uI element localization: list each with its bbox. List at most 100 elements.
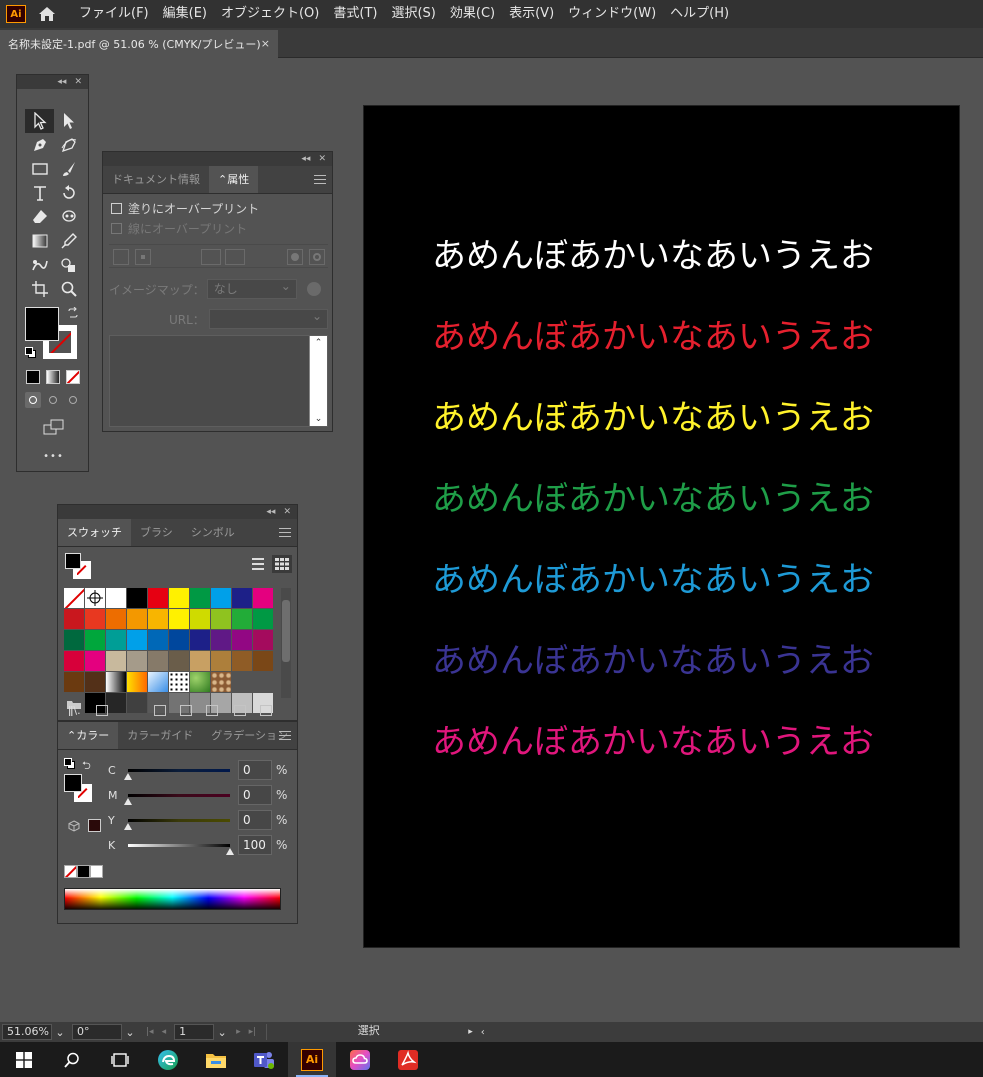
tab-document-info[interactable]: ドキュメント情報 (103, 166, 209, 193)
swatch-color[interactable] (85, 651, 105, 671)
collapse-icon[interactable]: ◂◂ (57, 77, 66, 87)
zoom-tool-icon[interactable] (54, 277, 83, 301)
collapse-icon[interactable]: ◂◂ (266, 507, 275, 517)
eyedropper-tool-icon[interactable] (54, 229, 83, 253)
status-menu-icon[interactable]: ▸ (468, 1027, 473, 1037)
swatch-color[interactable] (85, 672, 105, 692)
swatch-scrollbar[interactable] (281, 588, 291, 698)
reverse-path-direction-on-icon[interactable] (225, 249, 245, 265)
curvature-tool-icon[interactable] (54, 133, 83, 157)
panel-menu-icon[interactable] (314, 175, 326, 184)
rotation-field[interactable]: 0° (72, 1024, 122, 1040)
artboard-text-line[interactable]: あめんぼあかいなあいうえお (432, 641, 874, 681)
swatch-color[interactable] (106, 630, 126, 650)
show-swatch-kinds-icon[interactable] (154, 705, 166, 716)
teams-icon[interactable] (240, 1042, 288, 1077)
delete-swatch-icon[interactable] (260, 705, 272, 716)
swatch-color[interactable] (85, 630, 105, 650)
menu-item[interactable]: ファイル(F) (72, 0, 156, 28)
slider-value-input[interactable]: 0 (238, 785, 272, 805)
prev-artboard-icon[interactable]: ◂ (162, 1027, 167, 1037)
first-artboard-icon[interactable]: |◂ (146, 1027, 154, 1037)
quick-black-swatch[interactable] (77, 865, 90, 878)
new-color-group-icon[interactable] (206, 705, 218, 716)
swatch-color[interactable] (253, 630, 273, 650)
artboard-text-line[interactable]: あめんぼあかいなあいうえお (432, 317, 874, 357)
show-center-on-icon[interactable] (135, 249, 151, 265)
fill-color-black[interactable] (25, 307, 59, 341)
swatch-color[interactable] (148, 630, 168, 650)
artboard[interactable]: あめんぼあかいなあいうえお あめんぼあかいなあいうえお あめんぼあかいなあいうえおあ… (363, 105, 960, 948)
swatch-libraries-icon[interactable]: ǁ\. (68, 704, 81, 717)
illustrator-taskbar-icon[interactable]: Ai (288, 1042, 336, 1077)
menu-item[interactable]: 表示(V) (502, 0, 561, 28)
slider-value-input[interactable]: 100 (238, 835, 272, 855)
default-colors-icon[interactable] (25, 347, 37, 359)
task-view-icon[interactable] (96, 1042, 144, 1077)
tab-color[interactable]: ⌃カラー (58, 722, 119, 749)
swatch-color[interactable] (64, 630, 84, 650)
default-colors-icon[interactable] (64, 758, 76, 770)
imagemap-select[interactable]: なし (206, 277, 297, 299)
creative-cloud-icon[interactable] (336, 1042, 384, 1077)
scroll-up-icon[interactable]: ⌃ (310, 338, 327, 348)
swatch-gradient[interactable] (148, 672, 168, 692)
gradient-tool-icon[interactable] (25, 229, 54, 253)
edge-browser-icon[interactable] (144, 1042, 192, 1077)
artboard-dropdown-icon[interactable]: ⌄ (214, 1026, 230, 1039)
close-panel-icon[interactable]: ✕ (318, 154, 326, 164)
swatch-color[interactable] (190, 609, 210, 629)
swatch-color[interactable] (253, 651, 273, 671)
windows-start-icon[interactable] (0, 1042, 48, 1077)
swatch-color[interactable] (106, 609, 126, 629)
swatch-color[interactable] (190, 588, 210, 608)
overprint-fill-row[interactable]: 塗りにオーバープリント (103, 198, 332, 218)
artboard-text-line[interactable]: あめんぼあかいなあいうえお (432, 479, 874, 519)
color-mode-none[interactable] (66, 370, 80, 384)
pen-tool-icon[interactable] (25, 133, 54, 157)
slider-track[interactable] (124, 793, 230, 805)
menu-item[interactable]: 書式(T) (326, 0, 384, 28)
artboard-text-line[interactable]: あめんぼあかいなあいうえお (432, 560, 874, 600)
closest-color-swatch[interactable] (88, 819, 101, 832)
swatch-color[interactable] (190, 630, 210, 650)
draw-inside-icon[interactable] (65, 392, 81, 408)
swatch-color[interactable] (211, 609, 231, 629)
type-tool-icon[interactable] (25, 181, 54, 205)
swatch-color[interactable] (64, 672, 84, 692)
tab-brushes[interactable]: ブラシ (131, 519, 182, 546)
swatch-none[interactable] (64, 588, 84, 608)
edit-toolbar-icon[interactable]: ••• (17, 451, 90, 462)
new-swatch-icon[interactable] (234, 705, 246, 716)
slider-thumb[interactable] (124, 772, 132, 780)
swatch-color[interactable] (232, 651, 252, 671)
even-odd-icon[interactable] (309, 249, 325, 265)
swatch-color[interactable] (169, 609, 189, 629)
panel-menu-icon[interactable] (279, 731, 291, 740)
close-tab-icon[interactable]: × (261, 37, 270, 50)
color-spectrum[interactable] (64, 888, 281, 910)
swatch-pattern[interactable] (190, 672, 210, 692)
artboard-number-field[interactable]: 1 (174, 1024, 215, 1040)
file-explorer-icon[interactable] (192, 1042, 240, 1077)
eraser-tool-icon[interactable] (25, 205, 54, 229)
swatches-panel-header[interactable]: ◂◂ ✕ (58, 505, 297, 519)
slider-thumb[interactable] (226, 847, 234, 855)
paintbrush-tool-icon[interactable] (54, 157, 83, 181)
browser-globe-icon[interactable] (306, 282, 321, 296)
rectangle-tool-icon[interactable] (25, 157, 54, 181)
rotate-tool-icon[interactable] (54, 181, 83, 205)
menu-item[interactable]: ウィンドウ(W) (561, 0, 663, 28)
artboard-text-line[interactable]: あめんぼあかいなあいうえお (432, 398, 874, 438)
slider-value-input[interactable]: 0 (238, 760, 272, 780)
swatch-options-icon[interactable] (180, 705, 192, 716)
swatch-pattern[interactable] (169, 672, 189, 692)
overprint-fill-checkbox[interactable] (111, 202, 122, 214)
slider-thumb[interactable] (124, 797, 132, 805)
notes-textarea[interactable]: ⌃ ⌄ (109, 335, 328, 427)
swatch-color[interactable] (148, 588, 168, 608)
tab-attributes[interactable]: ⌃属性 (209, 166, 259, 193)
menu-item[interactable]: オブジェクト(O) (214, 0, 326, 28)
place-swatches-icon[interactable] (96, 705, 108, 716)
artboard-text-line[interactable]: あめんぼあかいなあいうえお (432, 722, 874, 762)
